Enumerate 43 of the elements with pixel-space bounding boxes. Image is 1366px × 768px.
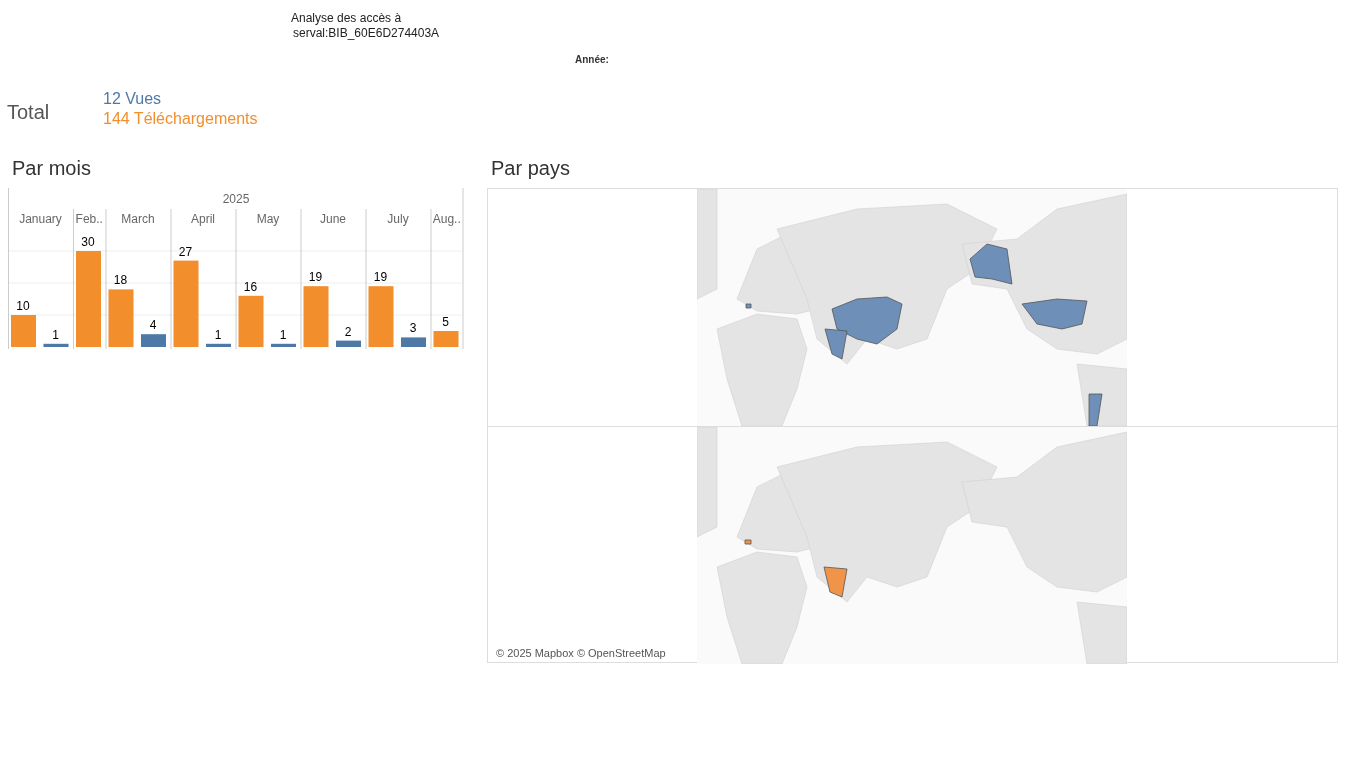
value-label: 1	[214, 327, 222, 342]
chart-bar	[401, 337, 426, 347]
value-label: 1	[52, 327, 59, 342]
views-total: 12 Vues	[103, 89, 163, 109]
filter-label: Année:	[575, 54, 609, 65]
chart-bar	[141, 334, 166, 347]
month-label: January	[19, 212, 62, 226]
value-label: 19	[373, 270, 388, 285]
total-label: Total	[6, 100, 51, 125]
year-header: 2025	[222, 192, 250, 206]
month-label: July	[387, 212, 409, 226]
value-label: 16	[243, 279, 258, 294]
value-label: 19	[308, 270, 323, 285]
value-label: 30	[81, 235, 95, 249]
value-label: 2	[344, 324, 352, 339]
chart-bar	[336, 340, 361, 347]
section-title: Par pays	[490, 156, 571, 180]
chart-bar	[271, 343, 296, 347]
value-label: 27	[178, 244, 193, 259]
chart-bar	[303, 286, 329, 347]
value-label: 10	[16, 299, 30, 313]
value-label: 18	[113, 273, 128, 288]
month-label: April	[191, 212, 215, 226]
value-label: 5	[442, 315, 449, 329]
section-title: Par mois	[11, 156, 92, 180]
month-label: May	[256, 212, 280, 226]
chart-bar	[206, 343, 231, 347]
downloads-total: 144 Téléchargements	[103, 109, 258, 129]
chart-bar	[433, 331, 459, 347]
month-label: Feb..	[75, 212, 103, 226]
report-title-line: serval:BIB_60E6D274403A	[292, 26, 441, 41]
chart-bar	[108, 289, 134, 347]
value-label: 4	[149, 318, 157, 333]
month-label: June	[320, 212, 346, 226]
value-label: 3	[409, 321, 417, 336]
chart-bar	[43, 343, 69, 347]
month-label: Aug..	[432, 212, 461, 226]
value-label: 1	[279, 327, 287, 342]
chart-bar	[238, 295, 264, 347]
chart-bar	[11, 315, 36, 347]
report-title-line: Analyse des accès à	[291, 11, 403, 26]
chart-bar	[368, 286, 394, 347]
month-label: March	[121, 212, 155, 226]
